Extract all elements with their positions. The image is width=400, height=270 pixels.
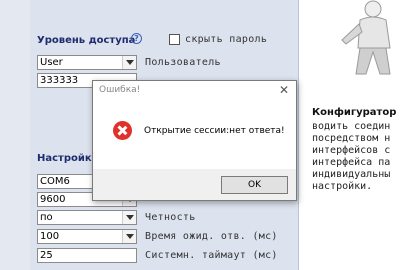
chevron-down-icon [122,230,136,243]
parity-value: по [40,212,53,223]
chevron-down-icon [122,56,136,69]
error-dialog: Ошибка! ✕ Открытие сессии:нет ответа! OK [92,80,297,201]
dialog-message: Открытие сессии:нет ответа! [144,126,285,136]
close-icon[interactable]: ✕ [277,83,291,97]
user-label: Пользователь [145,57,221,68]
info-line: индивидуальны [312,169,391,180]
sys-timeout-label: Системн. таймаут (мс) [145,250,278,261]
info-line: водить соедин [312,121,391,132]
user-level-select[interactable]: User [37,55,137,70]
sys-timeout-input[interactable]: 25 [37,248,137,263]
ok-button[interactable]: OK [221,176,288,194]
hide-password-checkbox[interactable] [169,34,180,45]
left-strip [0,0,30,270]
hide-password-label: скрыть пароль [185,34,268,45]
chevron-down-icon [122,211,136,224]
settings-title: Настройки [37,153,99,164]
user-level-value: User [40,57,63,68]
dialog-body: Открытие сессии:нет ответа! [93,101,296,169]
info-line: интерфейса па [312,157,391,168]
help-icon[interactable]: ? [131,33,142,44]
info-line: посредством н [312,133,391,144]
access-level-title: Уровень доступа [37,35,136,46]
dialog-footer: OK [93,169,296,200]
timeout-label: Время ожид. отв. (мс) [145,231,278,242]
baud-value: 9600 [40,194,66,205]
dialog-title: Ошибка! [99,85,141,95]
parity-label: Четность [145,212,196,223]
info-line: интерфейсов с [312,145,391,156]
timeout-value: 100 [40,231,60,242]
port-value: COM6 [40,176,70,187]
info-title: Конфигуратор [312,107,397,118]
info-line: настройки. [312,181,373,192]
error-icon [113,121,132,140]
parity-select[interactable]: по [37,210,137,225]
person-figure-icon [341,0,391,75]
dialog-titlebar: Ошибка! ✕ [93,81,296,101]
timeout-select[interactable]: 100 [37,229,137,244]
